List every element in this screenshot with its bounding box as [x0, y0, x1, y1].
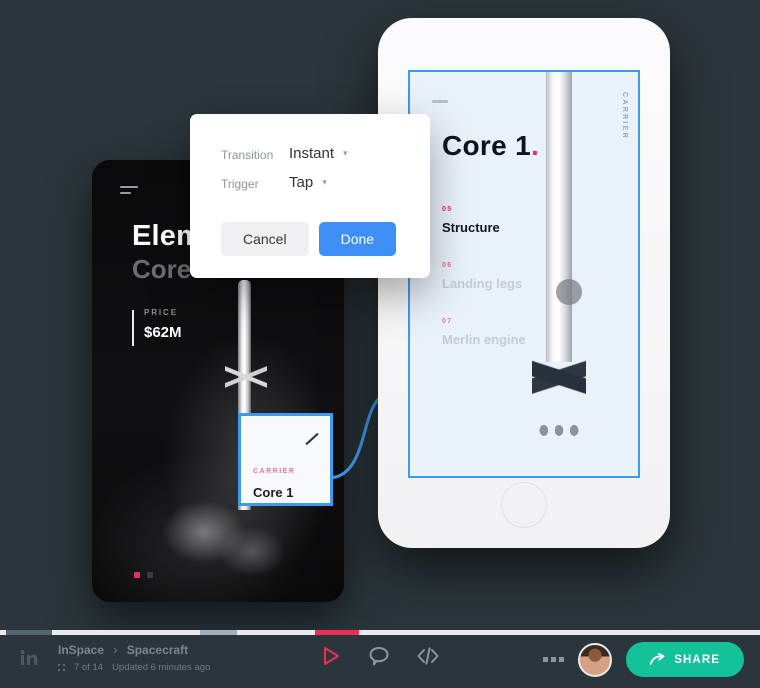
screen-progress-bar[interactable]: [0, 630, 760, 635]
play-icon[interactable]: [320, 645, 342, 667]
dash-indicator-icon[interactable]: [432, 100, 448, 103]
hotspot-card-name: Core 1: [253, 485, 294, 500]
list-item[interactable]: 05 Structure: [442, 206, 572, 235]
cancel-button[interactable]: Cancel: [221, 222, 309, 256]
white-phone-screen[interactable]: CARRIER Core 1. 05 Structure 06 Landing …: [408, 70, 640, 478]
drag-handle[interactable]: [556, 279, 582, 305]
carrier-vertical-label: CARRIER: [621, 92, 628, 140]
trigger-row: Trigger Tap ▾: [190, 174, 430, 203]
editor-canvas[interactable]: Elements Core 1 PRICE $62M CARRIER Core …: [0, 0, 760, 630]
modal-actions: Cancel Done: [221, 222, 397, 256]
price-label: PRICE: [144, 308, 178, 317]
trigger-select[interactable]: Tap ▾: [289, 174, 327, 191]
updated-timestamp: Updated 6 minutes ago: [112, 662, 211, 673]
list-item-number: 07: [442, 318, 453, 325]
list-item-label: Merlin engine: [442, 332, 526, 347]
breadcrumb-line: InSpace › Spacecraft: [58, 643, 210, 657]
toolbar-right: SHARE: [543, 642, 744, 677]
breadcrumb-project[interactable]: InSpace: [58, 643, 104, 657]
list-item-number: 06: [442, 262, 453, 269]
screen-meta: 7 of 14 Updated 6 minutes ago: [58, 662, 210, 673]
home-button[interactable]: [501, 482, 547, 528]
toolbar-tools: [320, 645, 440, 667]
chevron-down-icon[interactable]: ▾: [343, 148, 348, 159]
screen-count: 7 of 14: [74, 662, 104, 673]
white-phone-device[interactable]: CARRIER Core 1. 05 Structure 06 Landing …: [378, 18, 670, 548]
breadcrumb-screen[interactable]: Spacecraft: [127, 643, 188, 657]
hotspot-link-icon[interactable]: [304, 432, 318, 446]
hotspot-settings-modal[interactable]: Transition Instant ▾ Trigger Tap ▾ Cancel …: [190, 114, 430, 278]
title-accent-dot: .: [530, 130, 540, 161]
progress-segment: [6, 630, 52, 635]
transition-label: Transition: [221, 148, 274, 162]
list-item[interactable]: 06 Landing legs: [442, 262, 572, 291]
list-item-label: Structure: [442, 220, 500, 235]
code-icon[interactable]: [416, 645, 440, 667]
share-label: SHARE: [674, 653, 720, 666]
hotspot-card[interactable]: CARRIER Core 1: [238, 413, 333, 506]
share-button[interactable]: SHARE: [626, 642, 744, 677]
avatar[interactable]: [578, 642, 613, 677]
share-arrow-icon: [650, 653, 665, 665]
breadcrumb[interactable]: InSpace › Spacecraft 7 of 14 Updated 6 m…: [58, 643, 210, 673]
chevron-down-icon[interactable]: ▾: [322, 177, 327, 188]
transition-value: Instant: [289, 145, 335, 162]
invision-logo-icon[interactable]: [16, 646, 42, 672]
done-button[interactable]: Done: [318, 222, 397, 256]
comment-icon[interactable]: [368, 645, 390, 667]
list-item-number: 05: [442, 206, 453, 213]
price-value: $62M: [144, 324, 182, 341]
page-dot-active[interactable]: [134, 572, 140, 578]
list-item[interactable]: 07 Merlin engine: [442, 318, 572, 347]
transition-row: Transition Instant ▾: [190, 145, 430, 174]
trigger-value: Tap: [289, 174, 314, 191]
grid-icon[interactable]: [58, 664, 65, 671]
rocket-engine-nozzles: [538, 424, 580, 440]
page-indicator[interactable]: [134, 572, 153, 578]
rocket-landing-legs: [225, 338, 267, 414]
progress-segment-active: [315, 630, 359, 635]
progress-segment: [200, 630, 237, 635]
title-text: Core 1: [442, 130, 531, 161]
bottom-toolbar[interactable]: InSpace › Spacecraft 7 of 14 Updated 6 m…: [0, 630, 760, 688]
list-item-label: Landing legs: [442, 276, 523, 291]
breadcrumb-separator: ›: [113, 643, 118, 657]
page-dot-inactive[interactable]: [147, 572, 153, 578]
more-options-icon[interactable]: [543, 657, 565, 662]
white-phone-title: Core 1.: [442, 130, 539, 162]
price-block: PRICE $62M: [132, 308, 182, 346]
transition-select[interactable]: Instant ▾: [289, 145, 348, 162]
hotspot-card-category: CARRIER: [253, 468, 296, 475]
hamburger-menu-icon[interactable]: [120, 186, 138, 195]
spec-list: 05 Structure 06 Landing legs 07 Merlin e…: [442, 206, 572, 374]
trigger-label: Trigger: [221, 177, 259, 191]
